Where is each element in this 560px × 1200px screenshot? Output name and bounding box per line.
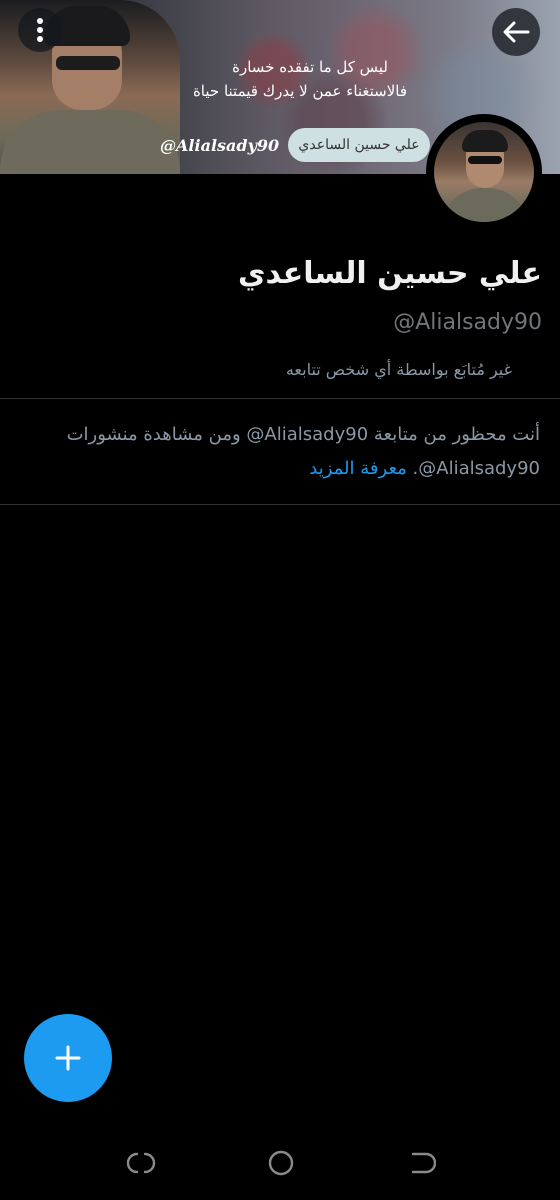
banner-name-bubble: علي حسين الساعدي [288,128,430,162]
recent-apps-icon[interactable] [126,1148,156,1178]
banner-watermark: @Alialsady90 [160,136,280,155]
home-icon[interactable] [266,1148,296,1178]
more-vertical-icon [37,18,43,42]
blocked-notice: أنت محظور من متابعة Alialsady90@ ومن مشا… [20,418,540,486]
banner-quote-line1: ليس كل ما تفقده خسارة [232,58,388,76]
profile-avatar[interactable] [426,114,542,230]
learn-more-link[interactable]: معرفة المزيد [309,458,407,479]
profile-display-name: علي حسين الساعدي [237,256,542,291]
back-button[interactable] [492,8,540,56]
blocked-notice-text: أنت محظور من متابعة Alialsady90@ ومن مشا… [66,424,540,479]
profile-username: @Alialsady90 [393,310,542,335]
divider [0,504,560,505]
more-options-button[interactable] [18,8,62,52]
compose-fab-button[interactable] [24,1014,112,1102]
back-icon[interactable] [406,1148,436,1178]
plus-icon [55,1045,81,1071]
divider [0,398,560,399]
followed-by-text: غير مُتابَع بواسطة أي شخص تتابعه [285,360,512,379]
banner-quote-line2: فالاستغناء عمن لا يدرك قيمتنا حياة [192,82,408,100]
arrow-left-icon [503,21,530,43]
